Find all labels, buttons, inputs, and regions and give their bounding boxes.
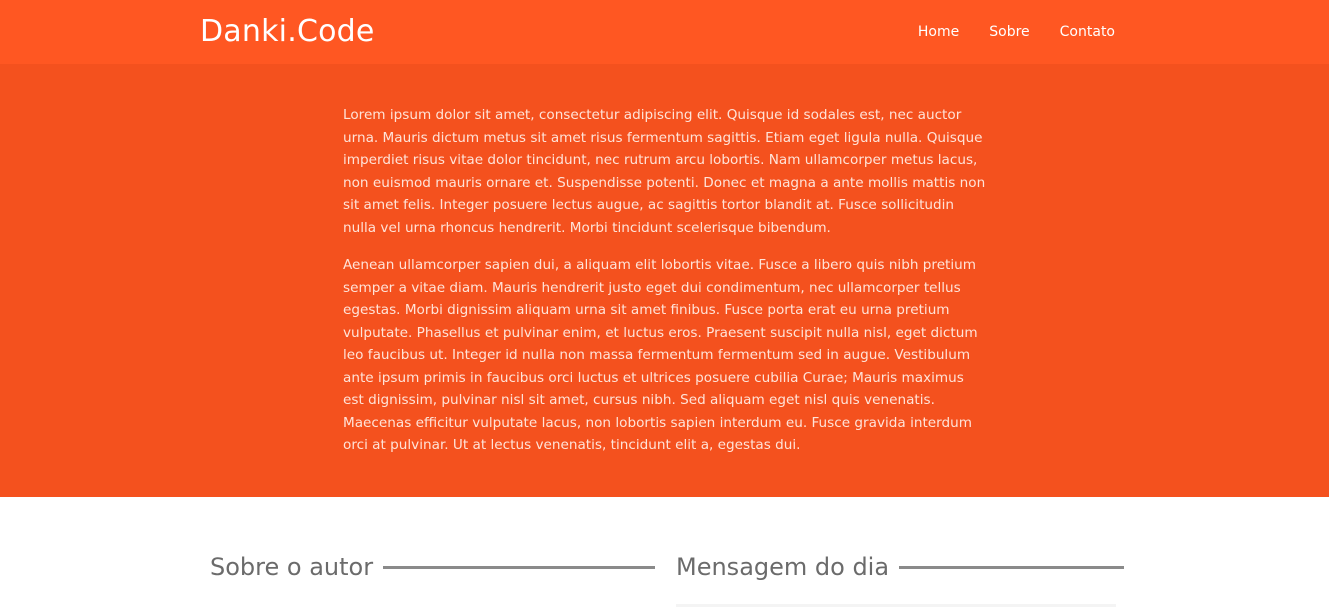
author-section-header: Sobre o autor bbox=[210, 551, 656, 583]
author-title-divider bbox=[383, 565, 656, 569]
hero-banner: Lorem ipsum dolor sit amet, consectetur … bbox=[0, 64, 1329, 497]
nav-link-sobre[interactable]: Sobre bbox=[989, 22, 1029, 42]
main-nav: Home Sobre Contato bbox=[918, 22, 1115, 42]
hero-text: Lorem ipsum dolor sit amet, consectetur … bbox=[343, 104, 988, 472]
content-boxes: Sobre o autor Mensagem do dia bbox=[0, 497, 1329, 607]
nav-link-contato[interactable]: Contato bbox=[1060, 22, 1115, 42]
hero-paragraph-2: Aenean ullamcorper sapien dui, a aliquam… bbox=[343, 257, 978, 453]
author-section-title: Sobre o autor bbox=[210, 553, 374, 581]
hero-paragraph-1: Lorem ipsum dolor sit amet, consectetur … bbox=[343, 107, 986, 236]
site-logo[interactable]: Danki.Code bbox=[200, 12, 375, 52]
nav-link-home[interactable]: Home bbox=[918, 22, 959, 42]
message-section-header: Mensagem do dia bbox=[676, 551, 1125, 583]
message-section-title: Mensagem do dia bbox=[676, 553, 890, 581]
site-header: Danki.Code Home Sobre Contato bbox=[0, 0, 1329, 64]
message-title-divider bbox=[899, 565, 1125, 569]
